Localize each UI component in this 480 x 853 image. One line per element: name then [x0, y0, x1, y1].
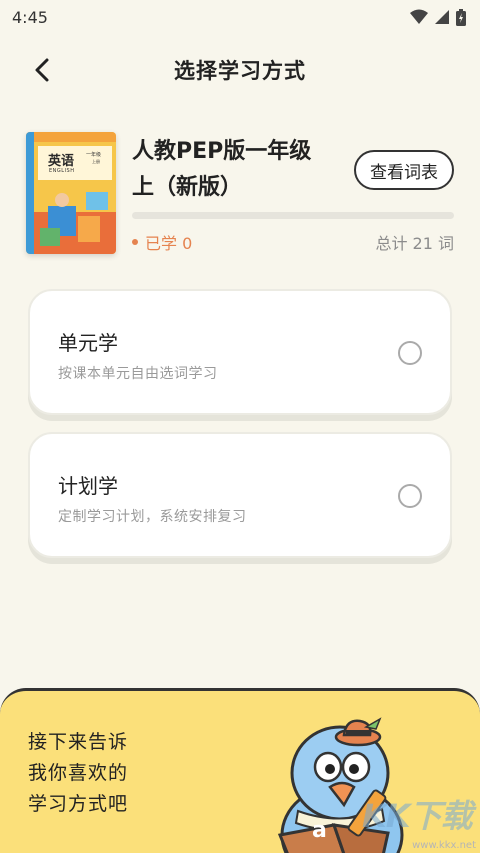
learned-dot-icon	[132, 239, 138, 245]
status-icons	[410, 8, 466, 26]
watermark: www.kkx.net	[412, 840, 476, 851]
radio-button[interactable]	[398, 484, 422, 508]
prompt-line: 接下来告诉	[28, 731, 129, 753]
header: 选择学习方式	[0, 46, 480, 94]
chevron-left-icon	[35, 58, 49, 82]
book-title-line1: 人教PEP版一年级	[132, 139, 312, 164]
book-cover-grade: 一年级	[86, 152, 102, 158]
page-title: 选择学习方式	[174, 59, 306, 83]
book-card: 英语 一年级 上册 ENGLISH 人教PEP版一年级 上（新版） 查看词表 已…	[26, 132, 454, 256]
learned-label: 已学 0	[145, 234, 193, 253]
option-description: 按课本单元自由选词学习	[58, 366, 218, 382]
book-title: 人教PEP版一年级 上（新版）	[132, 134, 342, 206]
book-cover-volume: 上册	[92, 159, 100, 164]
signal-icon	[435, 10, 449, 24]
option-plan-study[interactable]: 计划学 定制学习计划，系统安排复习	[28, 432, 452, 558]
option-title: 计划学	[58, 474, 118, 498]
prompt-text: 接下来告诉 我你喜欢的 学习方式吧	[28, 727, 188, 820]
book-cover: 英语 一年级 上册 ENGLISH	[26, 132, 116, 254]
wifi-icon	[410, 9, 428, 24]
status-bar: 4:45	[0, 0, 480, 34]
option-title: 单元学	[58, 331, 118, 355]
battery-icon	[456, 8, 466, 26]
book-title-line2: 上（新版）	[132, 175, 243, 200]
kk-logo: KK下载	[362, 791, 473, 837]
prompt-line: 学习方式吧	[28, 793, 129, 815]
book-cover-title: 英语	[48, 154, 75, 169]
status-time: 4:45	[12, 7, 48, 27]
book-letter-label: a	[312, 818, 327, 843]
kk-logo-text: KK下载	[362, 797, 473, 835]
learned-count: 已学 0	[132, 230, 192, 254]
back-button[interactable]	[26, 54, 58, 86]
book-cover-subtitle: ENGLISH	[49, 168, 75, 174]
bottom-prompt-panel: 接下来告诉 我你喜欢的 学习方式吧 a KK下载 www.kkx.net	[0, 688, 480, 853]
option-unit-study[interactable]: 单元学 按课本单元自由选词学习	[28, 289, 452, 415]
view-wordlist-button[interactable]: 查看词表	[354, 150, 454, 190]
option-description: 定制学习计划，系统安排复习	[58, 509, 247, 525]
progress-bar	[132, 212, 454, 219]
prompt-line: 我你喜欢的	[28, 762, 129, 784]
radio-button[interactable]	[398, 341, 422, 365]
total-count: 总计 21 词	[375, 234, 454, 253]
